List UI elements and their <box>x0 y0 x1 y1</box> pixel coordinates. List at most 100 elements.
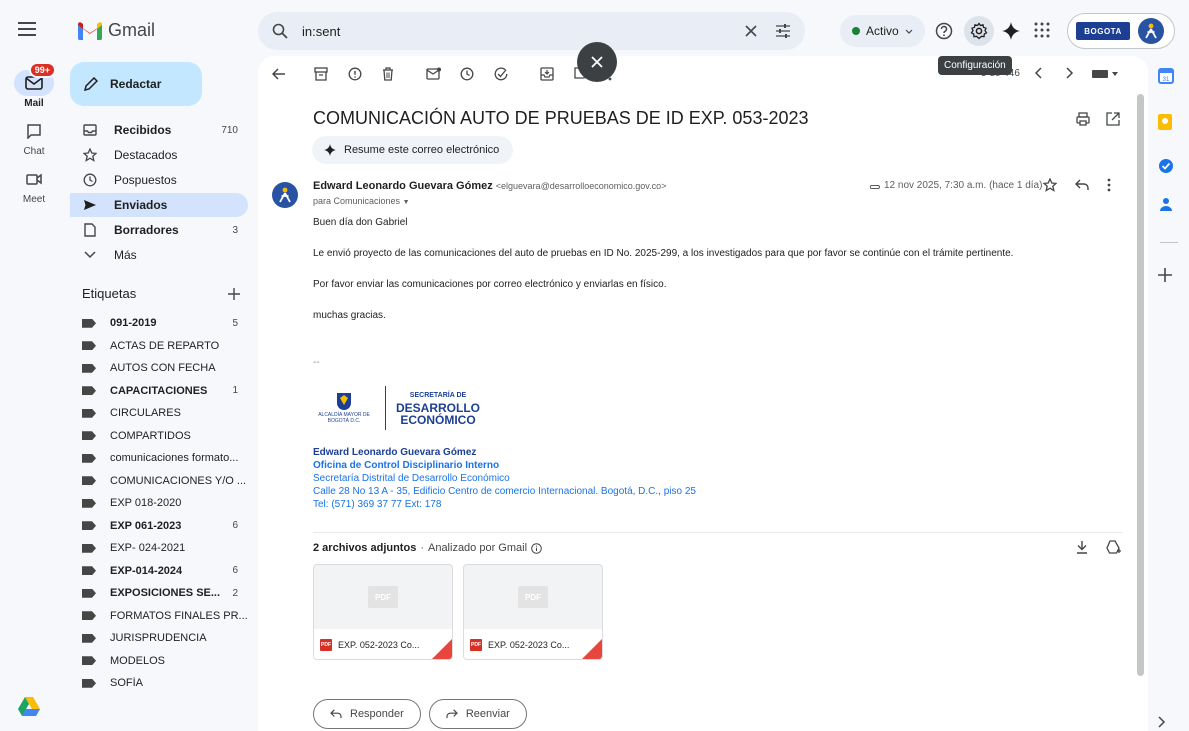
nav-label: Enviados <box>114 198 168 212</box>
star-icon[interactable] <box>1043 178 1057 192</box>
move-to-button[interactable] <box>540 67 554 81</box>
search-input[interactable]: in:sent <box>302 24 745 39</box>
add-task-button[interactable] <box>494 67 509 81</box>
reply-icon <box>330 709 342 719</box>
caret-down-icon: ▼ <box>402 199 410 206</box>
attachment-card[interactable]: PDF PDF EXP. 052-2023 Co... <box>463 564 603 660</box>
gmail-logo[interactable]: Gmail <box>78 20 155 41</box>
contacts-app-button[interactable] <box>1158 196 1174 212</box>
delete-button[interactable] <box>382 67 394 81</box>
snooze-button[interactable] <box>460 67 474 81</box>
attachment-card[interactable]: PDF PDF EXP. 052-2023 Co... <box>313 564 453 660</box>
sender-avatar[interactable] <box>272 182 298 208</box>
label-item[interactable]: comunicaciones formato... <box>70 447 248 470</box>
label-item[interactable]: SOFÍA <box>70 672 248 695</box>
back-button[interactable] <box>272 67 286 81</box>
nav-item-more[interactable]: Más <box>70 243 248 267</box>
calendar-app-button[interactable]: 31 <box>1158 68 1174 84</box>
body-paragraph: Buen día don Gabriel <box>313 217 408 228</box>
signature-phone[interactable]: Tel: (571) 369 37 77 Ext: 178 <box>313 498 696 511</box>
label-item[interactable]: EXP 018-2020 <box>70 492 248 515</box>
coat-of-arms-icon <box>337 393 351 410</box>
label-tag-icon <box>82 453 96 463</box>
settings-button[interactable] <box>964 16 994 46</box>
label-item[interactable]: COMPARTIDOS <box>70 425 248 448</box>
logo-line: ECONÓMICO <box>400 413 476 427</box>
search-options-icon[interactable] <box>775 24 791 38</box>
secretariat-logo-text: SECRETARÍA DE DESARROLLO ECONÓMICO <box>396 390 480 426</box>
search-bar[interactable]: in:sent <box>258 12 805 50</box>
chevron-left-icon <box>1034 67 1042 79</box>
nav-label: Pospuestos <box>114 173 177 187</box>
nav-item-snoozed[interactable]: Pospuestos <box>70 168 248 192</box>
help-button[interactable] <box>935 22 953 40</box>
older-button[interactable] <box>1066 67 1074 79</box>
label-item[interactable]: MODELOS <box>70 650 248 673</box>
show-side-panel-button[interactable] <box>1158 716 1166 728</box>
more-vert-icon[interactable] <box>1107 178 1111 192</box>
apps-button[interactable] <box>1034 22 1050 38</box>
nav-item-inbox[interactable]: Recibidos 710 <box>70 118 248 142</box>
info-icon[interactable] <box>531 542 542 554</box>
email-body: Buen día don Gabriel Le envió proyecto d… <box>313 216 1113 368</box>
reply-icon[interactable] <box>1075 179 1089 191</box>
label-item[interactable]: EXP 061-2023 6 <box>70 515 248 538</box>
close-overlay-button[interactable] <box>577 42 617 82</box>
label-item[interactable]: EXPOSICIONES SE... 2 <box>70 582 248 605</box>
search-icon[interactable] <box>272 23 288 39</box>
label-item[interactable]: EXP-014-2024 6 <box>70 560 248 583</box>
newer-button[interactable] <box>1034 67 1042 79</box>
page-fold-icon <box>430 639 452 659</box>
forward-button[interactable]: Reenviar <box>428 699 527 729</box>
keep-app-button[interactable] <box>1158 114 1172 130</box>
nav-item-drafts[interactable]: Borradores 3 <box>70 218 248 242</box>
gemini-button[interactable] <box>1002 22 1020 40</box>
add-label-icon[interactable] <box>228 287 240 300</box>
pdf-icon: PDF <box>320 639 332 651</box>
label-name: JURISPRUDENCIA <box>110 632 207 645</box>
clock-icon <box>83 173 97 187</box>
signature-address[interactable]: Calle 28 No 13 A - 35, Edificio Centro d… <box>313 485 696 498</box>
mark-unread-button[interactable] <box>426 67 442 80</box>
label-item[interactable]: AUTOS CON FECHA <box>70 357 248 380</box>
google-drive-button[interactable] <box>18 697 40 717</box>
print-icon[interactable] <box>1076 112 1090 126</box>
sender-name[interactable]: Edward Leonardo Guevara Gómez <box>313 180 493 192</box>
open-in-new-window-icon[interactable] <box>1106 112 1120 126</box>
label-item[interactable]: ACTAS DE REPARTO <box>70 335 248 358</box>
report-spam-button[interactable] <box>348 67 362 81</box>
summarize-email-button[interactable]: Resume este correo electrónico <box>312 136 514 164</box>
scrollbar[interactable] <box>1137 94 1144 676</box>
label-item[interactable]: CAPACITACIONES 1 <box>70 380 248 403</box>
rail-item-mail[interactable]: 99+ Mail <box>0 62 68 109</box>
signature-logo: ALCALDÍA MAYOR DE BOGOTÁ D.C. SECRETARÍA… <box>313 386 480 430</box>
organization-logo: BOGOTA <box>1076 22 1130 40</box>
recipients-dropdown[interactable]: para Comunicaciones ▼ <box>313 196 410 206</box>
label-tag-icon <box>82 543 96 553</box>
rail-item-chat[interactable]: Chat <box>0 118 68 157</box>
nav-item-sent[interactable]: Enviados <box>70 193 248 217</box>
label-name: FORMATOS FINALES PR... <box>110 609 248 622</box>
label-item[interactable]: COMUNICACIONES Y/O ... <box>70 470 248 493</box>
add-to-drive-icon[interactable] <box>1106 540 1122 554</box>
status-selector[interactable]: Activo <box>840 15 925 47</box>
main-menu-button[interactable] <box>18 22 36 36</box>
compose-button[interactable]: Redactar <box>70 62 202 106</box>
get-addons-button[interactable] <box>1158 268 1172 282</box>
input-tools-button[interactable] <box>1092 70 1118 78</box>
rail-item-meet[interactable]: Meet <box>0 166 68 205</box>
label-item[interactable]: 091-2019 5 <box>70 312 248 335</box>
account-button[interactable]: BOGOTA <box>1067 13 1175 49</box>
reply-button[interactable]: Responder <box>313 699 421 729</box>
label-name: EXP 018-2020 <box>110 497 182 510</box>
keyboard-icon <box>1092 70 1108 78</box>
clear-search-icon[interactable] <box>745 25 757 37</box>
archive-button[interactable] <box>314 67 328 81</box>
label-item[interactable]: CIRCULARES <box>70 402 248 425</box>
label-item[interactable]: FORMATOS FINALES PR... <box>70 605 248 628</box>
label-item[interactable]: JURISPRUDENCIA <box>70 627 248 650</box>
tasks-app-button[interactable] <box>1158 158 1174 174</box>
nav-item-starred[interactable]: Destacados <box>70 143 248 167</box>
label-item[interactable]: EXP- 024-2021 <box>70 537 248 560</box>
download-all-icon[interactable] <box>1076 540 1088 554</box>
